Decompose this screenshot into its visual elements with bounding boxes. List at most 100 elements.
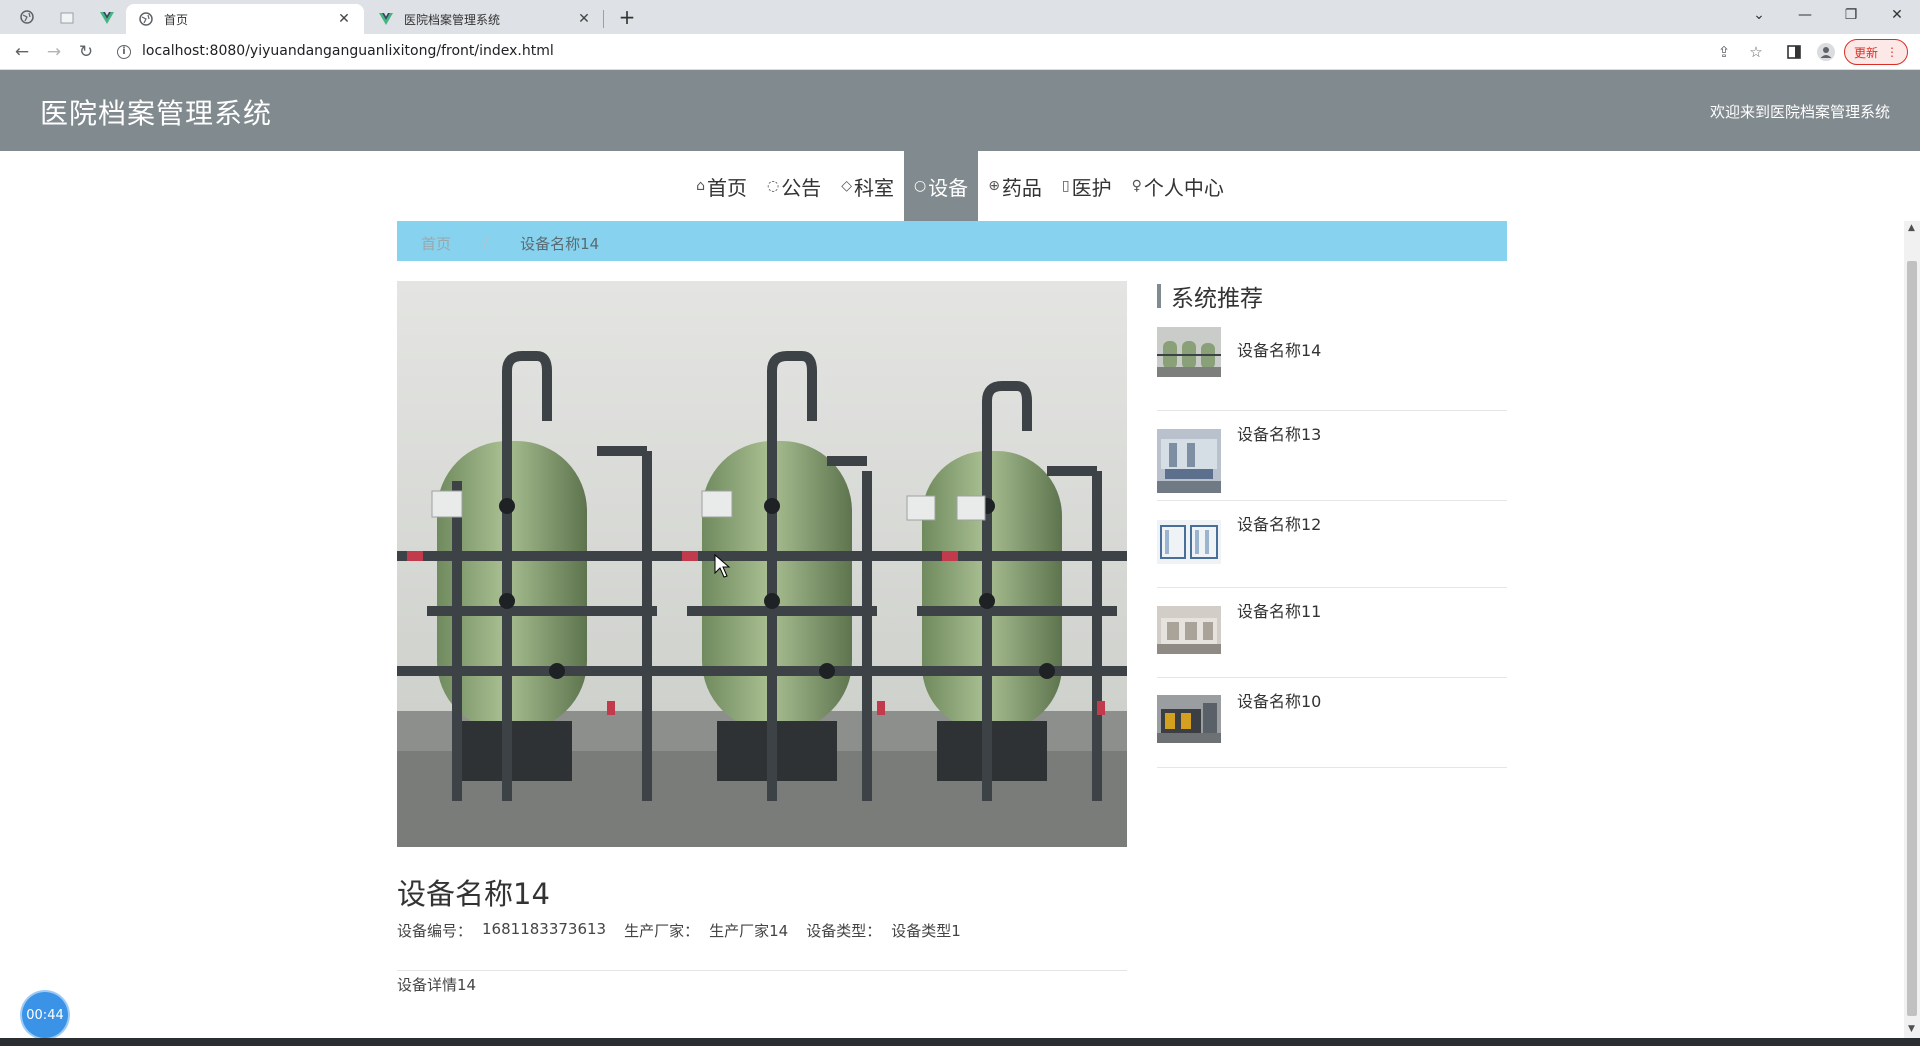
nav-item-equipment[interactable]: ○ 设备 [903, 151, 979, 221]
nav-label: 医护 [1071, 175, 1112, 200]
nav-label: 设备 [928, 175, 969, 200]
pinned-tab[interactable] [12, 6, 42, 30]
field-label: 设备类型： [806, 922, 882, 940]
recommend-thumbnail[interactable] [1157, 520, 1221, 564]
update-button[interactable]: 更新 ⋮ [1844, 39, 1908, 65]
close-icon: ✕ [1891, 7, 1903, 23]
recommend-thumbnail[interactable] [1157, 695, 1221, 743]
tab-search-button[interactable]: ⌄ [1736, 0, 1782, 30]
recommend-name[interactable]: 设备名称13 [1237, 421, 1321, 445]
globe-icon: ⊕ [988, 178, 1000, 194]
minimize-icon: — [1798, 7, 1812, 23]
main-nav: ⌂ 首页 ◌ 公告 ◇ 科室 ○ 设备 ⊕ 药品 ▯ 医护 ♀ 个人中心 [0, 151, 1920, 221]
nav-label: 科室 [853, 175, 894, 200]
nav-item-home[interactable]: ⌂ 首页 [686, 151, 757, 221]
recommend-thumbnail[interactable] [1157, 606, 1221, 654]
pinned-tab[interactable] [92, 6, 122, 30]
globe-icon [138, 11, 154, 27]
side-panel-icon[interactable] [1782, 40, 1806, 64]
recommend-header: 系统推荐 [1157, 283, 1263, 312]
nav-item-medicine[interactable]: ⊕ 药品 [978, 151, 1052, 221]
scroll-down-icon[interactable]: ▼ [1908, 1024, 1915, 1034]
vue-logo-icon [100, 9, 114, 28]
accent-bar [1157, 284, 1161, 308]
nav-label: 个人中心 [1143, 175, 1224, 200]
user-icon: ♀ [1131, 178, 1142, 194]
reload-icon: ↻ [78, 42, 94, 62]
site-header: 医院档案管理系统 欢迎来到医院档案管理系统 [0, 70, 1920, 151]
nav-item-department[interactable]: ◇ 科室 [831, 151, 904, 221]
globe-icon [20, 9, 34, 28]
tab-home[interactable]: 首页 ✕ [126, 4, 364, 34]
recommend-item[interactable]: 设备名称12 [1157, 501, 1507, 588]
equipment-meta: 设备编号： 1681183373613 生产厂家： 生产厂家14 设备类型： 设… [397, 920, 979, 941]
more-vert-icon: ⋮ [1886, 45, 1898, 59]
scroll-thumb[interactable] [1907, 261, 1917, 1016]
blank-page-icon [60, 9, 74, 28]
recommend-name[interactable]: 设备名称10 [1237, 688, 1321, 712]
minimize-button[interactable]: — [1782, 0, 1828, 30]
equipment-image [397, 281, 1127, 847]
home-icon: ⌂ [696, 178, 705, 194]
recommend-name[interactable]: 设备名称14 [1237, 337, 1321, 361]
megaphone-icon: ◌ [766, 178, 780, 194]
arrow-right-icon: → [46, 42, 62, 62]
site-title: 医院档案管理系统 [40, 97, 273, 130]
scroll-up-icon[interactable]: ▲ [1908, 223, 1915, 233]
page: 医院档案管理系统 欢迎来到医院档案管理系统 ⌂ 首页 ◌ 公告 ◇ 科室 ○ 设… [0, 70, 1920, 1038]
close-icon[interactable]: ✕ [576, 11, 592, 27]
tab-title: 医院档案管理系统 [404, 12, 501, 27]
site-info-icon[interactable]: i [117, 45, 131, 59]
share-icon[interactable]: ⇪ [1712, 40, 1736, 64]
recommend-name[interactable]: 设备名称12 [1237, 511, 1321, 535]
field-label: 生产厂家： [624, 922, 700, 940]
arrow-left-icon: ← [14, 42, 30, 62]
tab-title: 首页 [164, 12, 189, 27]
nav-item-notice[interactable]: ◌ 公告 [757, 151, 831, 221]
equipment-title: 设备名称14 [397, 877, 550, 911]
taskbar-strip [0, 1038, 1920, 1046]
breadcrumb-separator: / [483, 233, 489, 251]
nav-item-medical-staff[interactable]: ▯ 医护 [1052, 151, 1122, 221]
nav-item-profile[interactable]: ♀ 个人中心 [1122, 151, 1234, 221]
recommend-item[interactable]: 设备名称14 [1157, 327, 1507, 411]
tab-separator [603, 10, 604, 28]
recommend-thumbnail[interactable] [1157, 429, 1221, 493]
browser-tabstrip: 首页 ✕ 医院档案管理系统 ✕ + ⌄ — ❐ ✕ [0, 0, 1920, 34]
welcome-text: 欢迎来到医院档案管理系统 [1709, 103, 1890, 121]
divider [397, 970, 1127, 971]
address-bar[interactable]: localhost:8080/yiyuandanganguanlixitong/… [142, 43, 554, 59]
tag-icon: ◇ [841, 178, 852, 194]
recommend-name[interactable]: 设备名称11 [1237, 598, 1321, 622]
restore-button[interactable]: ❐ [1828, 0, 1874, 30]
field-value: 设备类型1 [891, 922, 961, 940]
pinned-tab[interactable] [52, 6, 82, 30]
recommend-item[interactable]: 设备名称13 [1157, 411, 1507, 501]
nav-label: 首页 [706, 175, 747, 200]
recording-timer[interactable]: 00:44 [22, 992, 68, 1038]
tab-hospital-system[interactable]: 医院档案管理系统 ✕ [366, 4, 604, 34]
close-icon[interactable]: ✕ [336, 11, 352, 27]
field-value: 生产厂家14 [709, 922, 789, 940]
update-label: 更新 [1853, 45, 1878, 60]
field-label: 设备编号： [397, 922, 473, 940]
new-tab-button[interactable]: + [615, 6, 639, 30]
recommend-title: 系统推荐 [1171, 286, 1263, 312]
forward-button[interactable]: → [40, 38, 68, 66]
back-button[interactable]: ← [8, 38, 36, 66]
page-scrollbar[interactable]: ▲ ▼ [1904, 221, 1920, 1038]
close-window-button[interactable]: ✕ [1874, 0, 1920, 30]
breadcrumb-home-link[interactable]: 首页 [421, 233, 451, 254]
recommend-thumbnail[interactable] [1157, 327, 1221, 377]
field-value: 1681183373613 [482, 920, 607, 938]
profile-avatar-icon[interactable] [1814, 40, 1838, 64]
browser-toolbar: ← → ↻ i localhost:8080/yiyuandanganguanl… [0, 34, 1920, 70]
breadcrumb-current: 设备名称14 [520, 235, 600, 253]
bookmark-star-icon[interactable]: ☆ [1744, 40, 1768, 64]
recommend-item[interactable]: 设备名称10 [1157, 678, 1507, 768]
clipboard-icon: ▯ [1061, 178, 1070, 194]
circle-icon: ○ [913, 178, 927, 194]
recommend-item[interactable]: 设备名称11 [1157, 588, 1507, 678]
reload-button[interactable]: ↻ [72, 38, 100, 66]
vue-logo-icon [378, 11, 394, 27]
